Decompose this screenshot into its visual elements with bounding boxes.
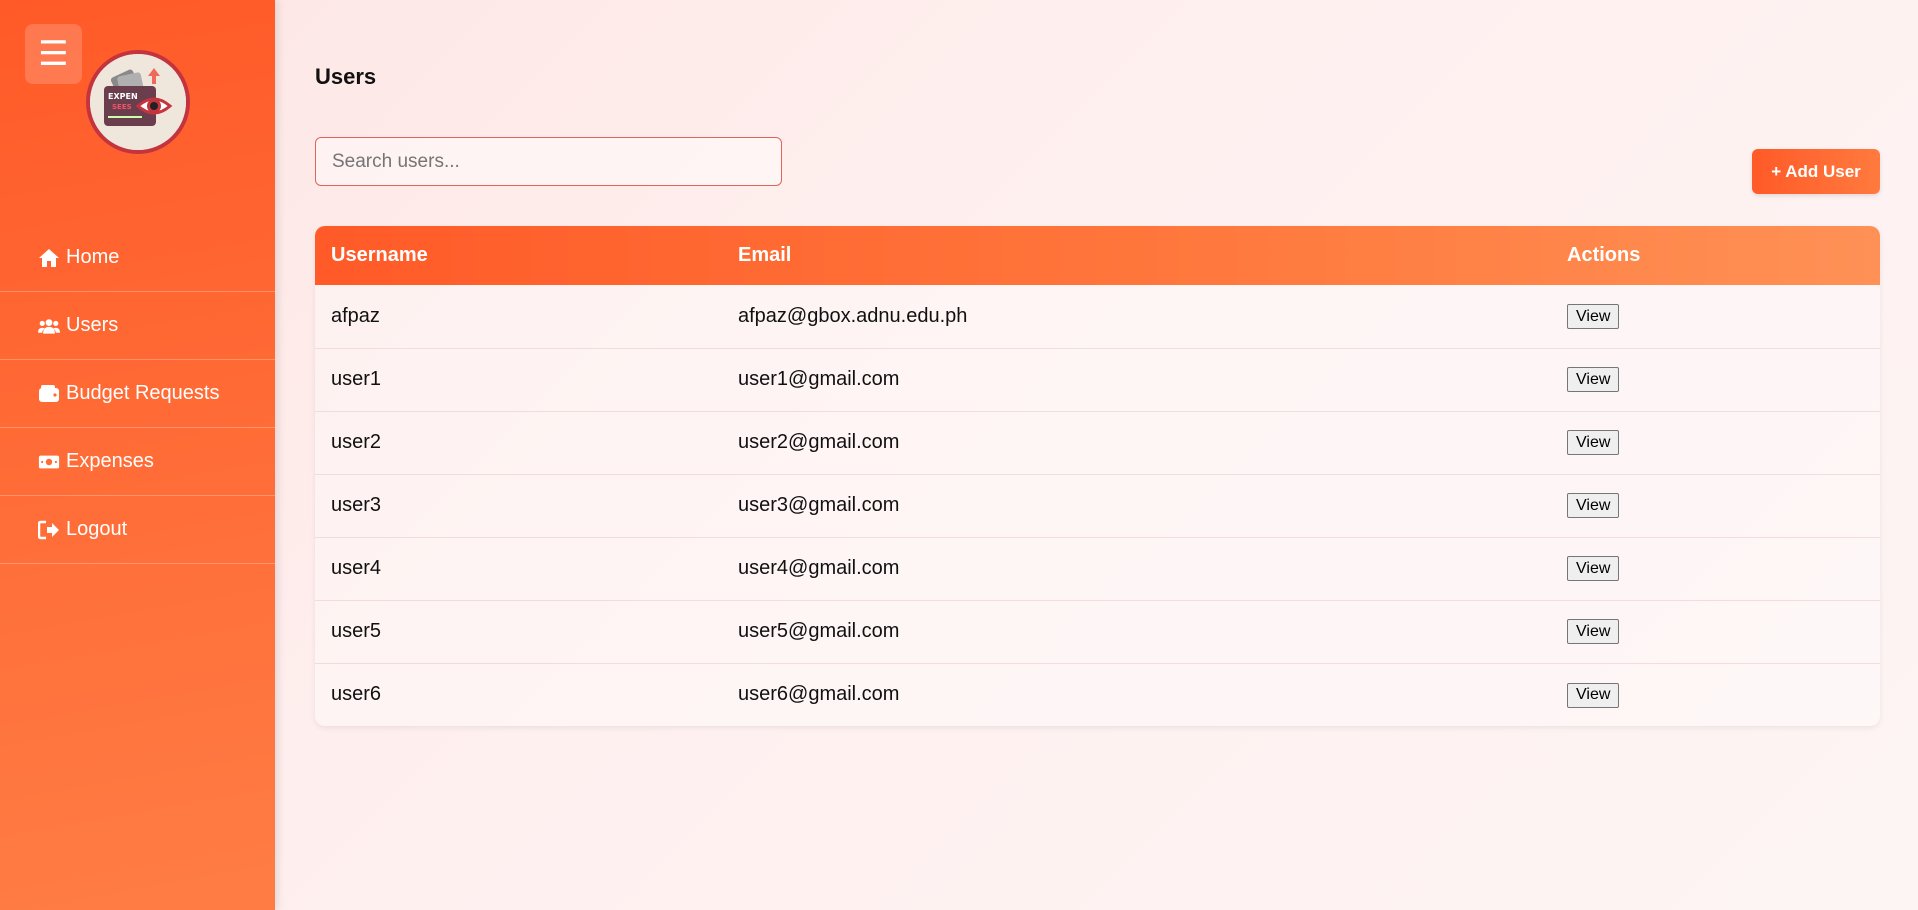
table-row: user2 user2@gmail.com View — [315, 411, 1880, 474]
sidebar-item-logout[interactable]: Logout — [0, 496, 275, 564]
view-button[interactable]: View — [1567, 430, 1620, 456]
wallet-eye-logo-icon: EXPEN SEES — [90, 54, 186, 150]
username-cell: user2 — [331, 431, 382, 453]
actions-cell: View — [1551, 474, 1880, 537]
actions-cell: View — [1551, 348, 1880, 411]
actions-cell: View — [1551, 663, 1880, 726]
svg-text:SEES: SEES — [112, 103, 132, 111]
table-row: afpaz afpaz@gbox.adnu.edu.ph View — [315, 285, 1880, 348]
column-header-actions: Actions — [1567, 244, 1641, 266]
view-button[interactable]: View — [1567, 367, 1620, 393]
sidebar-nav: Home Users Budget Requests Expenses Logo… — [0, 224, 275, 564]
table-row: user5 user5@gmail.com View — [315, 600, 1880, 663]
table-header-row: Username Email Actions — [315, 226, 1880, 285]
search-input[interactable] — [315, 137, 782, 186]
username-cell: user6 — [331, 683, 382, 706]
sidebar-item-users[interactable]: Users — [0, 292, 275, 360]
sidebar-item-expenses[interactable]: Expenses — [0, 428, 275, 496]
email-cell: user4@gmail.com — [738, 557, 900, 579]
username-cell: afpaz — [331, 304, 380, 327]
app-logo: EXPEN SEES — [86, 50, 190, 154]
sidebar-item-label: Expenses — [66, 450, 154, 472]
sidebar-item-label: Home — [66, 246, 120, 268]
actions-cell: View — [1551, 600, 1880, 663]
wallet-icon — [38, 383, 60, 405]
main-content: Users + Add User Username Email Actions … — [275, 0, 1918, 910]
table-row: user4 user4@gmail.com View — [315, 537, 1880, 600]
users-icon — [38, 315, 60, 337]
users-table: Username Email Actions afpaz afpaz@gbox.… — [315, 226, 1880, 726]
view-button[interactable]: View — [1567, 556, 1620, 582]
table-row: user1 user1@gmail.com View — [315, 348, 1880, 411]
username-cell: user1 — [331, 368, 382, 390]
column-header-email: Email — [738, 244, 792, 266]
actions-cell: View — [1551, 285, 1880, 348]
view-button[interactable]: View — [1567, 619, 1620, 645]
sidebar-item-label: Logout — [66, 518, 128, 540]
email-cell: user2@gmail.com — [738, 431, 900, 453]
table-row: user3 user3@gmail.com View — [315, 474, 1880, 537]
username-cell: user5 — [331, 620, 382, 642]
sidebar-item-home[interactable]: Home — [0, 224, 275, 292]
sidebar-item-budget-requests[interactable]: Budget Requests — [0, 360, 275, 428]
sidebar-item-label: Budget Requests — [66, 382, 220, 404]
view-button[interactable]: View — [1567, 304, 1620, 329]
email-cell: afpaz@gbox.adnu.edu.ph — [738, 304, 968, 327]
sidebar-item-label: Users — [66, 314, 119, 336]
money-bill-icon — [38, 451, 60, 473]
menu-toggle-button[interactable]: ☰ — [25, 24, 82, 84]
home-icon — [38, 247, 60, 269]
table-row: user6 user6@gmail.com View — [315, 663, 1880, 726]
actions-cell: View — [1551, 537, 1880, 600]
actions-cell: View — [1551, 411, 1880, 474]
logout-icon — [38, 519, 60, 541]
username-cell: user3 — [331, 494, 382, 516]
view-button[interactable]: View — [1567, 493, 1620, 519]
email-cell: user3@gmail.com — [738, 494, 900, 516]
page-title: Users — [315, 64, 377, 89]
username-cell: user4 — [331, 557, 382, 579]
sidebar: ☰ EXPEN SEES Home Users Budget Requests … — [0, 0, 275, 910]
email-cell: user1@gmail.com — [738, 368, 900, 390]
email-cell: user5@gmail.com — [738, 620, 900, 642]
column-header-username: Username — [331, 244, 428, 266]
email-cell: user6@gmail.com — [738, 683, 900, 706]
svg-text:EXPEN: EXPEN — [108, 92, 138, 101]
hamburger-icon: ☰ — [38, 35, 69, 73]
add-user-button[interactable]: + Add User — [1752, 149, 1880, 194]
view-button[interactable]: View — [1567, 682, 1620, 708]
